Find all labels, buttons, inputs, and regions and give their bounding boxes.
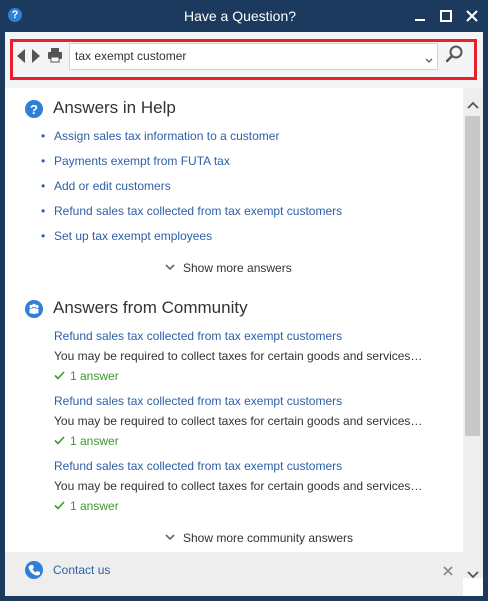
community-item-title[interactable]: Refund sales tax collected from tax exem… [54,329,342,343]
close-icon[interactable] [443,563,453,581]
title-bar: ? Have a Question? [0,0,488,32]
back-arrow-icon[interactable] [17,49,26,68]
chevron-down-icon [165,534,175,541]
maximize-icon[interactable] [438,8,454,24]
community-item-title[interactable]: Refund sales tax collected from tax exem… [54,459,342,473]
answer-count-label: 1 answer [70,499,119,513]
printer-icon[interactable] [47,47,63,68]
show-more-answers-label[interactable]: Show more answers [183,261,292,275]
contact-footer: Contact us [5,552,463,596]
vertical-scrollbar[interactable] [463,88,483,579]
help-link-label[interactable]: Add or edit customers [54,179,171,193]
help-link-label[interactable]: Payments exempt from FUTA tax [54,154,230,168]
bullet: • [41,129,46,143]
chevron-down-icon[interactable] [425,51,433,69]
search-toolbar [5,32,483,88]
search-icon[interactable] [445,45,464,68]
chevron-down-icon [165,264,175,271]
svg-text:?: ? [30,102,38,117]
minimize-icon[interactable] [412,8,428,24]
help-link-label[interactable]: Assign sales tax information to a custom… [54,129,279,143]
show-more-community-label[interactable]: Show more community answers [183,531,353,545]
bullet: • [41,154,46,168]
help-link-label[interactable]: Set up tax exempt employees [54,229,212,243]
bullet: • [41,229,46,243]
checkmark-icon [54,501,65,510]
contact-us-link[interactable]: Contact us [53,563,110,577]
community-heading-text: Answers from Community [53,298,248,317]
answer-count-label: 1 answer [70,369,119,383]
scrollbar-thumb[interactable] [465,116,480,436]
bullet: • [41,204,46,218]
help-link-label[interactable]: Refund sales tax collected from tax exem… [54,204,342,218]
community-people-icon [25,300,43,318]
have-a-question-window: ? Have a Question? tax exempt customer ?… [0,0,488,601]
answers-scroll-area[interactable]: ? Answers in Help • Assign sales tax inf… [5,88,463,552]
phone-icon [25,561,43,584]
scroll-down-icon[interactable] [467,566,479,584]
community-item-title[interactable]: Refund sales tax collected from tax exem… [54,394,342,408]
question-circle-icon: ? [25,100,43,118]
bullet: • [41,179,46,193]
window-title: Have a Question? [183,8,297,24]
community-item-desc: You may be required to collect taxes for… [54,479,423,493]
scroll-up-icon[interactable] [467,96,479,114]
search-input[interactable] [75,47,405,65]
checkmark-icon [54,436,65,445]
content-panel: ? Answers in Help • Assign sales tax inf… [5,32,483,596]
community-item-desc: You may be required to collect taxes for… [54,349,423,363]
close-icon[interactable] [464,8,480,24]
community-item-desc: You may be required to collect taxes for… [54,414,423,428]
checkmark-icon [54,371,65,380]
forward-arrow-icon[interactable] [32,49,41,68]
help-heading-text: Answers in Help [53,98,176,117]
answer-count-label: 1 answer [70,434,119,448]
search-field[interactable] [69,43,438,70]
